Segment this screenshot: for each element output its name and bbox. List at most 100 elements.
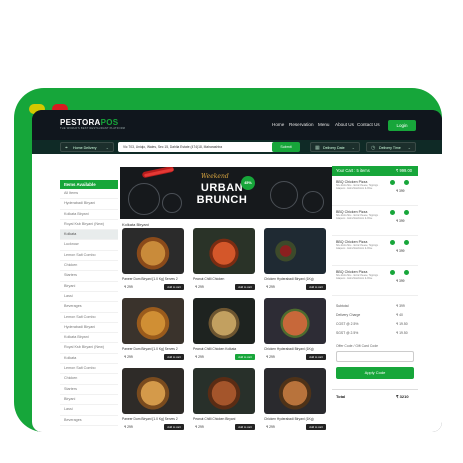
sidebar-item[interactable]: Lemon Salt Combo [60,251,118,262]
add-to-cart-button[interactable]: Add to cart [164,424,184,430]
food-image[interactable] [193,298,255,344]
main-content: Items Available All Items Hyderabadi Biry… [32,154,442,432]
address-input[interactable]: Vic 703, Uniqlo, Wales, Sec 15, Dahlia E… [118,142,276,152]
nav-about[interactable]: About Us [335,122,354,127]
clock-icon: ◷ [371,145,376,151]
sidebar-item[interactable]: Lucknow [60,240,118,251]
product-card[interactable]: Paneer Dum Biryani [1.0 Kg] Serves 2 ₹ 29… [122,368,184,430]
food-image[interactable] [264,368,326,414]
product-card[interactable]: Peanut Chilli Chicken Biryani ₹ 299 Add to… [193,368,255,430]
submit-button[interactable]: Submit [272,142,300,152]
sidebar-item[interactable]: Hyderabadi Biryani [60,323,118,334]
brand-logo[interactable]: PESTORAPOS [60,118,118,127]
quantity-stepper[interactable] [390,240,412,245]
nav-contact[interactable]: Contact Us [357,122,380,127]
product-card[interactable]: Chicken Hyderabadi Biryani (1Kg) ₹ 299 Add… [264,298,326,360]
minus-button[interactable] [390,240,395,245]
food-image[interactable] [122,298,184,344]
total-label: Total [336,394,346,399]
product-card[interactable]: Paneer Dum Biryani [1.0 Kg] Serves 2 ₹ 29… [122,228,184,290]
product-card[interactable]: Chicken Hyderabadi Biryani (1Kg) ₹ 299 Add… [264,228,326,290]
apply-code-button[interactable]: Apply Code [336,367,414,379]
category-title: Kolkata Biryani [122,222,149,227]
nav-reservation[interactable]: Reservation [289,122,314,127]
cart-item: BBQ Chicken Pizza Size Extra Size · Extra… [332,266,418,296]
sidebar-item[interactable]: Beverages [60,416,118,426]
minus-button[interactable] [390,210,395,215]
sidebar-item[interactable]: Lemon Salt Combo [60,364,118,375]
nav-menu[interactable]: Menu [318,122,330,127]
add-to-cart-button[interactable]: Add to cart [306,284,326,290]
cart-total-row: Total ₹ 3210 [332,389,418,400]
sidebar-item[interactable]: Biryani [60,395,118,406]
summary-label: Subtotal [336,304,349,308]
cart-item-desc: Size Extra Size · Extra Cheese, Toppings… [336,245,380,250]
nav-home[interactable]: Home [272,122,284,127]
sidebar-item[interactable]: Chicken [60,374,118,385]
add-to-cart-button[interactable]: Add to cart [306,354,326,360]
sidebar-item[interactable]: Lemon Salt Combo [60,313,118,323]
add-to-cart-button[interactable]: Add to cart [235,424,255,430]
sidebar-item[interactable]: Kolkata [60,354,118,365]
food-image[interactable] [193,368,255,414]
sidebar-item[interactable]: All Items [60,189,118,200]
food-image[interactable] [264,298,326,344]
sidebar-item[interactable]: Royal Ksb Biryani (New) [60,343,118,354]
promo-banner[interactable]: Weekend URBAN BRUNCH 45% [120,167,332,219]
cart-item: BBQ Chicken Pizza Size Extra Size · Extra… [332,236,418,266]
search-bar: ⌖ Home Delivery ⌄ Vic 703, Uniqlo, Wales, … [32,140,442,154]
summary-value: ₹ 19.50 [396,331,408,335]
product-card[interactable]: Paneer Dum Biryani [1.0 Kg] Serves 2 ₹ 29… [122,298,184,360]
cart-item-name: BBQ Chicken Pizza [336,270,368,274]
sidebar-item[interactable]: Hyderabadi Biryani [60,199,118,210]
product-card[interactable]: Peanut Chilli Chicken Kolkata ₹ 299 Add to… [193,298,255,360]
browser-window: PESTORAPOS THE WORLD'S BEST RESTAURANT P… [32,110,442,432]
quantity-stepper[interactable] [390,180,412,185]
food-image[interactable] [122,368,184,414]
plus-button[interactable] [404,210,409,215]
sidebar-item[interactable]: Chicken [60,261,118,272]
sidebar-item[interactable]: Royal Ksb Biryani (New) [60,220,118,231]
offer-code-input[interactable] [336,351,414,362]
summary-label: SGST @ 2.5% [336,331,359,335]
plus-button[interactable] [404,270,409,275]
food-image[interactable] [264,228,326,274]
product-name: Peanut Chilli Chicken Kolkata [193,347,237,351]
delivery-type-select[interactable]: ⌖ Home Delivery ⌄ [60,142,114,152]
sidebar-item[interactable]: Lassi [60,292,118,303]
food-image[interactable] [122,228,184,274]
sidebar-item[interactable]: Beverages [60,302,118,313]
product-name: Peanut Chilli Chicken Biryani [193,417,236,421]
add-to-cart-button[interactable]: Add to cart [235,284,255,290]
add-to-cart-button[interactable]: Add to cart [164,284,184,290]
delivery-date-select[interactable]: ▦ Delivery Date ⌄ [310,142,360,152]
sidebar-item[interactable]: Biryani [60,282,118,292]
quantity-stepper[interactable] [390,270,412,275]
sidebar-item[interactable]: Starters [60,385,118,395]
cart-item-name: BBQ Chicken Pizza [336,240,368,244]
sidebar-title: Items Available [60,180,118,189]
add-to-cart-button[interactable]: Add to cart [164,354,184,360]
add-to-cart-button[interactable]: Add to cart [306,424,326,430]
minus-button[interactable] [390,270,395,275]
plus-button[interactable] [404,180,409,185]
sidebar-item[interactable]: Starters [60,271,118,282]
login-button[interactable]: Login [388,120,416,131]
quantity-stepper[interactable] [390,210,412,215]
sidebar-item[interactable]: Lassi [60,405,118,416]
delivery-time-select[interactable]: ◷ Delivery Time ⌄ [366,142,416,152]
cart-title: Your Cart : 5 items [336,168,370,173]
sidebar-item[interactable]: Kolkata [60,230,118,241]
product-name: Chicken Hyderabadi Biryani (1Kg) [264,417,314,421]
summary-value: ₹ 19.50 [396,322,408,326]
cart-item-desc: Size Extra Size · Extra Cheese, Toppings… [336,215,380,220]
product-card[interactable]: Chicken Hyderabadi Biryani (1Kg) ₹ 299 Add… [264,368,326,430]
minus-button[interactable] [390,180,395,185]
add-to-cart-button[interactable]: Add to cart [235,354,255,360]
food-image[interactable] [193,228,255,274]
location-pin-icon: ⌖ [65,145,68,151]
plus-button[interactable] [404,240,409,245]
sidebar-item[interactable]: Kolkata Biryani [60,333,118,344]
sidebar-item[interactable]: Kolkata Biryani [60,210,118,220]
product-card[interactable]: Peanut Chilli Chicken ₹ 299 Add to cart [193,228,255,290]
